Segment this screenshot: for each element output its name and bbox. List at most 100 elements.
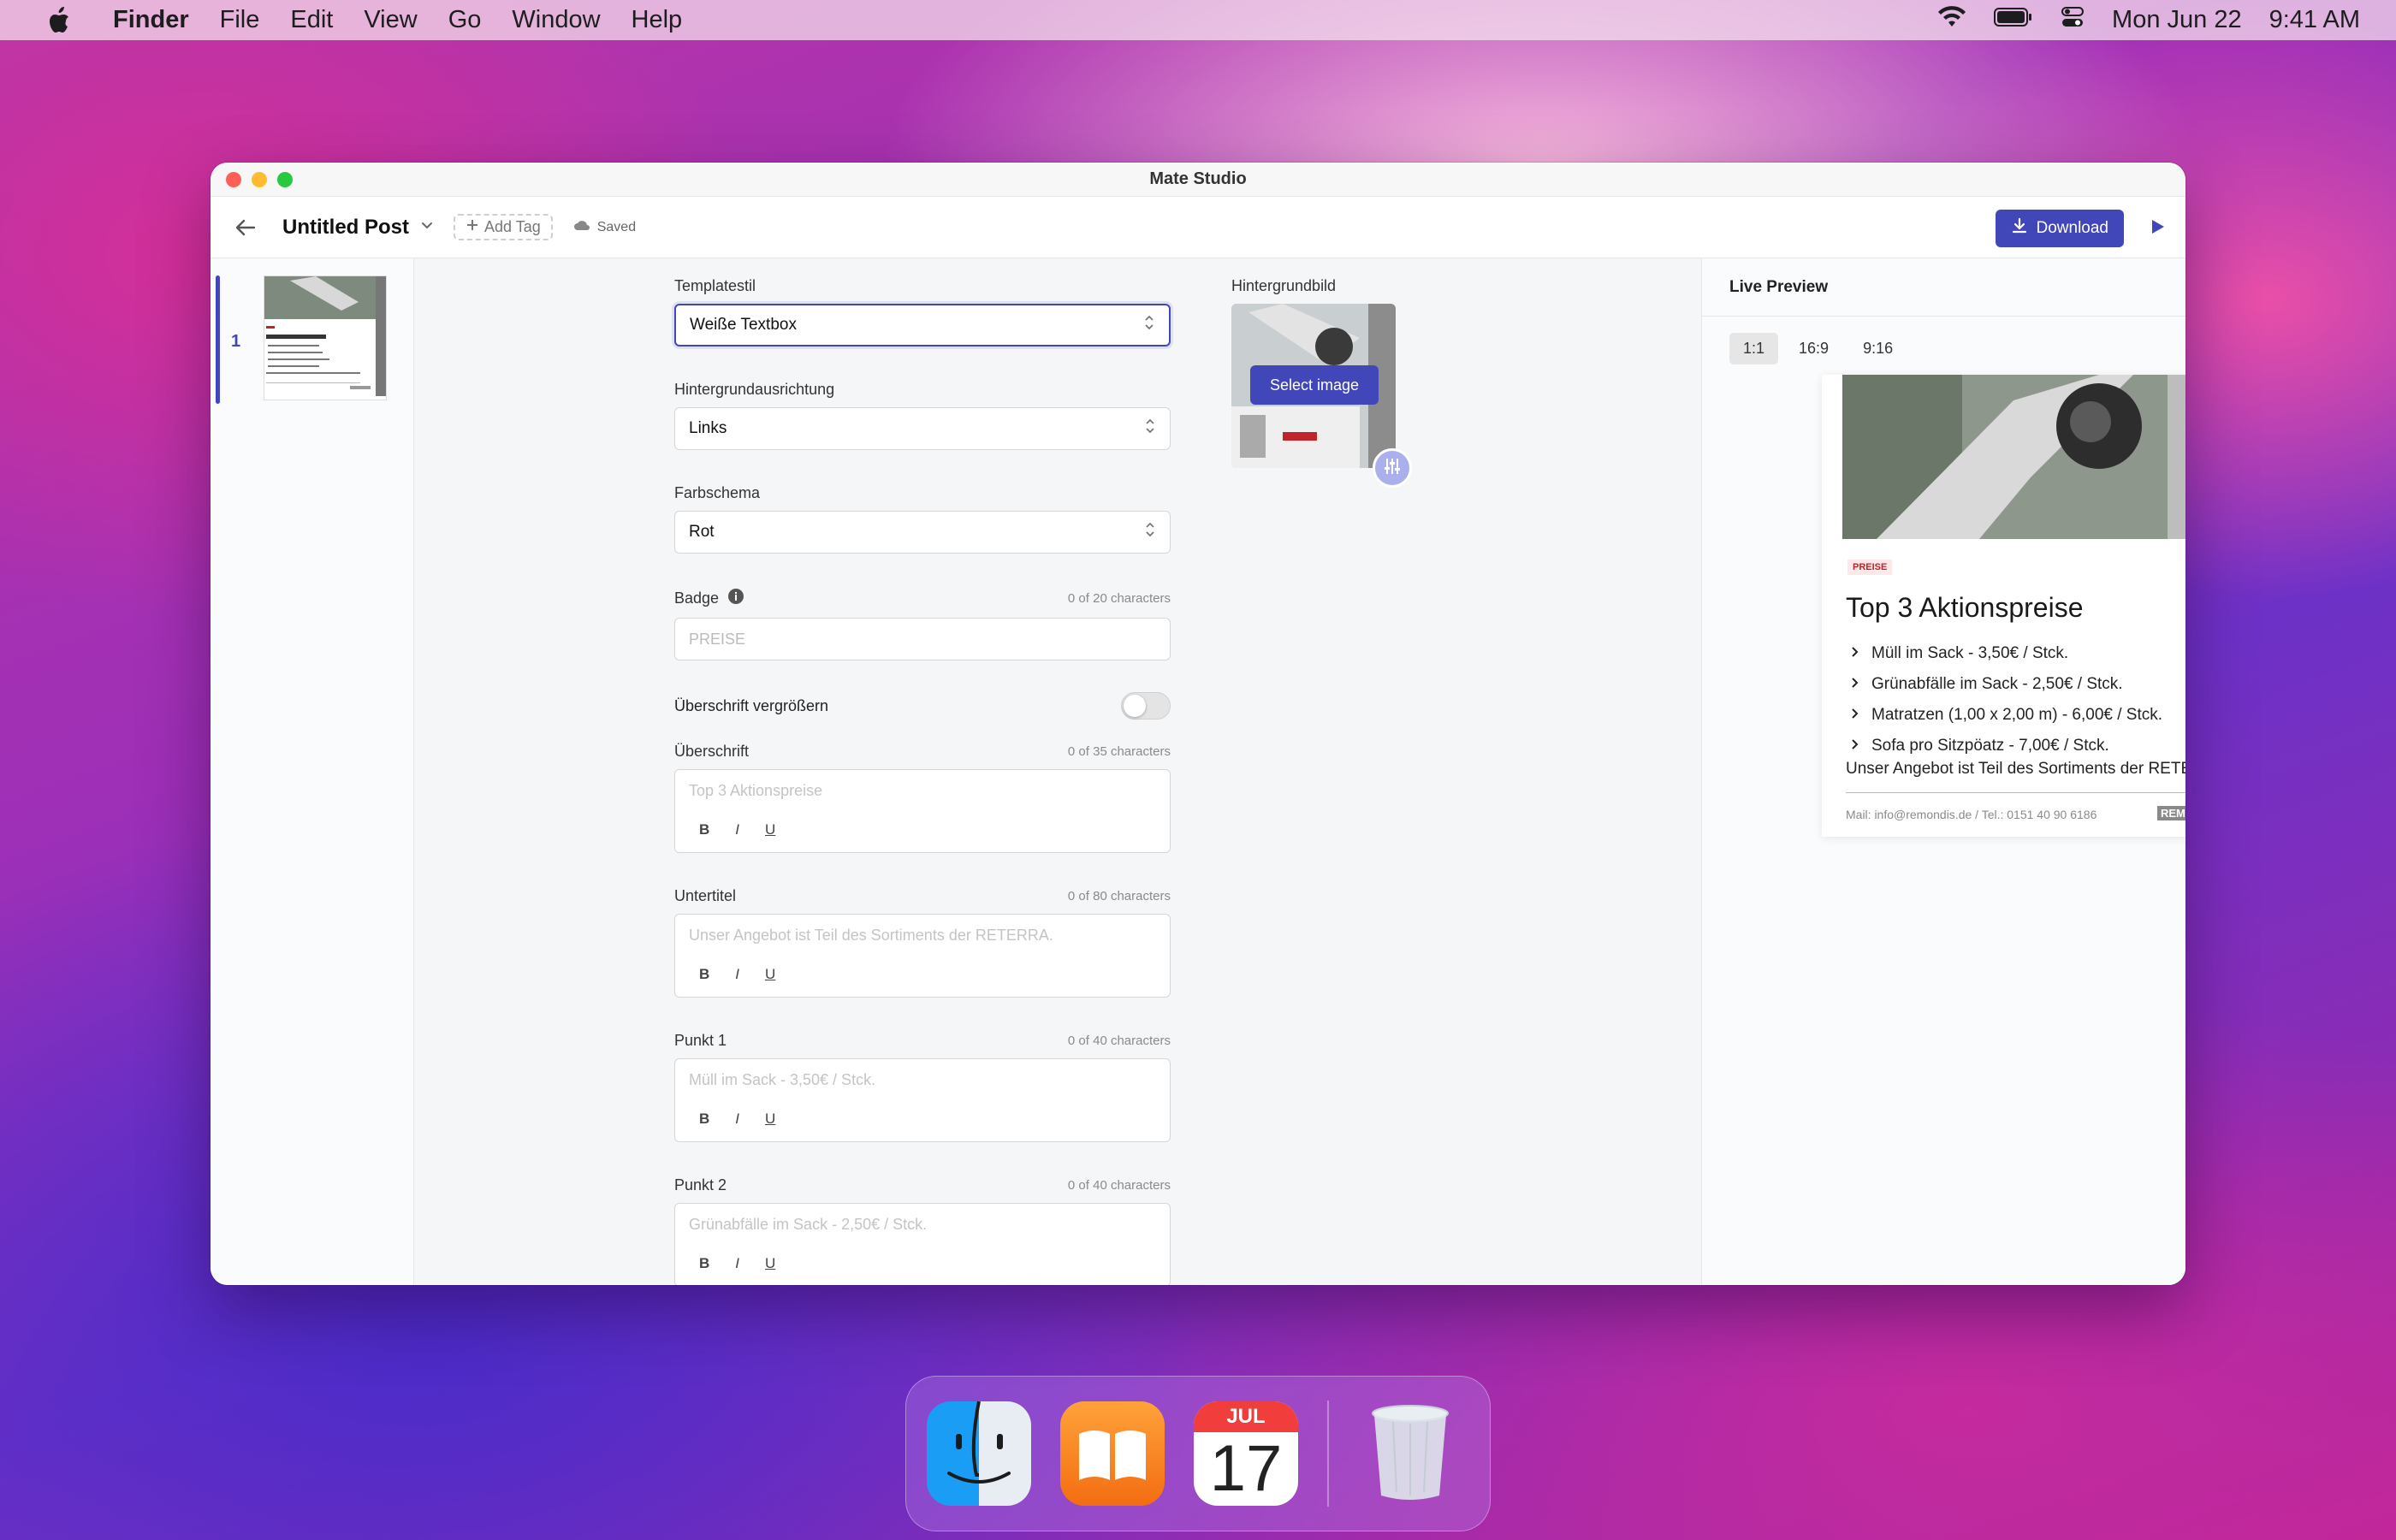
wifi-icon[interactable]: [1937, 5, 1966, 35]
select-image-button[interactable]: Select image: [1250, 365, 1379, 405]
point1-field: Punkt 1 0 of 40 characters Müll im Sack …: [674, 1032, 1171, 1142]
slide-number: 1: [231, 332, 241, 351]
point2-editor[interactable]: Grünabfälle im Sack - 2,50€ / Stck. B I …: [674, 1203, 1171, 1285]
heading-editor[interactable]: Top 3 Aktionspreise B I U: [674, 769, 1171, 853]
live-preview-panel: Live Preview 1:1 16:9 9:16 PREISE Top 3 …: [1702, 258, 2185, 1285]
bold-button[interactable]: B: [699, 1255, 709, 1272]
list-item: Sofa pro Sitzpöatz - 7,00€ / Stck.: [1851, 731, 2162, 761]
subtitle-editor[interactable]: Unser Angebot ist Teil des Sortiments de…: [674, 914, 1171, 998]
point2-placeholder: Grünabfälle im Sack - 2,50€ / Stck.: [689, 1216, 928, 1233]
select-arrows-icon: [1144, 520, 1156, 544]
editor-toolbar: Untitled Post Add Tag Saved Download: [211, 197, 2185, 258]
finder-icon[interactable]: [927, 1401, 1031, 1506]
active-slide-indicator: [216, 275, 220, 404]
preview-subtitle: Unser Angebot ist Teil des Sortiments de…: [1846, 760, 2185, 778]
enlarge-heading-field: Überschrift vergrößern: [674, 691, 1171, 720]
image-adjust-button[interactable]: [1373, 448, 1412, 488]
italic-button[interactable]: I: [735, 966, 739, 983]
list-item: Matratzen (1,00 x 2,00 m) - 6,00€ / Stck…: [1851, 700, 2162, 731]
menu-time[interactable]: 9:41 AM: [2269, 6, 2360, 34]
bg-alignment-value: Links: [689, 419, 727, 437]
chevron-right-icon: [1851, 706, 1859, 725]
list-item: Müll im Sack - 3,50€ / Stck.: [1851, 638, 2162, 669]
select-arrows-icon: [1144, 417, 1156, 441]
color-scheme-select[interactable]: Rot: [674, 511, 1171, 554]
point1-char-count: 0 of 40 characters: [1067, 1034, 1171, 1048]
underline-button[interactable]: U: [765, 821, 775, 838]
menu-app-name[interactable]: Finder: [113, 6, 189, 34]
list-item: Grünabfälle im Sack - 2,50€ / Stck.: [1851, 669, 2162, 700]
menu-view[interactable]: View: [364, 6, 417, 34]
italic-button[interactable]: I: [735, 821, 739, 838]
color-scheme-field: Farbschema Rot: [674, 484, 1171, 554]
dock-separator: [1327, 1401, 1329, 1507]
background-image-thumbnail: Select image: [1231, 304, 1396, 468]
bg-alignment-select[interactable]: Links: [674, 407, 1171, 450]
preview-points-list: Müll im Sack - 3,50€ / Stck. Grünabfälle…: [1851, 638, 2162, 761]
bg-alignment-field: Hintergrundausrichtung Links: [674, 381, 1171, 450]
badge-input[interactable]: PREISE: [674, 618, 1171, 660]
trash-icon[interactable]: [1358, 1401, 1462, 1506]
badge-field: Badge 0 of 20 characters PREISE: [674, 588, 1171, 660]
slide-thumbnail[interactable]: [264, 275, 387, 400]
preview-card: die PREISE Top 3 Aktionspreise Müll im S…: [1822, 375, 2185, 837]
menu-bar: Finder File Edit View Go Window Help Mon…: [0, 0, 2396, 40]
back-arrow-icon[interactable]: [233, 215, 258, 240]
download-icon: [2011, 217, 2028, 240]
calendar-month: JUL: [1194, 1401, 1298, 1432]
color-scheme-value: Rot: [689, 523, 715, 541]
heading-field: Überschrift 0 of 35 characters Top 3 Akt…: [674, 743, 1171, 853]
tab-ratio-1-1[interactable]: 1:1: [1729, 333, 1779, 364]
chevron-down-icon[interactable]: [419, 217, 435, 237]
bg-alignment-label: Hintergrundausrichtung: [674, 381, 835, 398]
underline-button[interactable]: U: [765, 966, 775, 983]
control-center-icon[interactable]: [2061, 5, 2085, 36]
play-icon[interactable]: [2148, 217, 2167, 240]
preview-background-photo: die: [1842, 375, 2185, 539]
info-icon[interactable]: [727, 588, 744, 609]
add-tag-button[interactable]: Add Tag: [454, 214, 553, 240]
settings-form: Templatestil Weiße Textbox Hintergrundau…: [414, 258, 1702, 1285]
apple-icon[interactable]: [46, 6, 72, 35]
minimize-window-button[interactable]: [252, 172, 267, 187]
background-image-field: Hintergrundbild Select image: [1231, 277, 1412, 488]
add-tag-label: Add Tag: [484, 218, 541, 235]
background-image-label: Hintergrundbild: [1231, 277, 1337, 294]
enlarge-heading-toggle[interactable]: [1121, 692, 1171, 720]
color-scheme-label: Farbschema: [674, 484, 761, 501]
menu-help[interactable]: Help: [632, 6, 683, 34]
point1-editor[interactable]: Müll im Sack - 3,50€ / Stck. B I U: [674, 1058, 1171, 1142]
post-title[interactable]: Untitled Post: [282, 216, 409, 240]
menu-go[interactable]: Go: [448, 6, 482, 34]
plus-icon: [466, 218, 479, 236]
calendar-icon[interactable]: JUL 17: [1194, 1401, 1298, 1506]
tab-ratio-9-16[interactable]: 9:16: [1849, 333, 1907, 364]
preview-point-text: Matratzen (1,00 x 2,00 m) - 6,00€ / Stck…: [1871, 706, 2163, 724]
menu-file[interactable]: File: [220, 6, 260, 34]
save-status: Saved: [573, 219, 636, 235]
live-preview-title: Live Preview: [1702, 258, 2185, 317]
template-style-select[interactable]: Weiße Textbox: [674, 304, 1171, 346]
battery-icon[interactable]: [1994, 6, 2033, 34]
preview-point-text: Sofa pro Sitzpöatz - 7,00€ / Stck.: [1871, 737, 2109, 755]
tab-ratio-16-9[interactable]: 16:9: [1785, 333, 1842, 364]
underline-button[interactable]: U: [765, 1255, 775, 1272]
menu-window[interactable]: Window: [512, 6, 600, 34]
italic-button[interactable]: I: [735, 1255, 739, 1272]
menu-edit[interactable]: Edit: [290, 6, 333, 34]
aspect-ratio-tabs: 1:1 16:9 9:16: [1729, 333, 1907, 364]
italic-button[interactable]: I: [735, 1111, 739, 1128]
zoom-window-button[interactable]: [277, 172, 293, 187]
bold-button[interactable]: B: [699, 821, 709, 838]
menu-date[interactable]: Mon Jun 22: [2112, 6, 2242, 34]
bold-button[interactable]: B: [699, 1111, 709, 1128]
point1-placeholder: Müll im Sack - 3,50€ / Stck.: [689, 1071, 876, 1088]
bold-button[interactable]: B: [699, 966, 709, 983]
download-button[interactable]: Download: [1995, 210, 2124, 247]
template-style-label: Templatestil: [674, 277, 756, 294]
underline-button[interactable]: U: [765, 1111, 775, 1128]
heading-label: Überschrift: [674, 743, 750, 760]
preview-point-text: Grünabfälle im Sack - 2,50€ / Stck.: [1871, 675, 2123, 693]
books-icon[interactable]: [1060, 1401, 1165, 1506]
close-window-button[interactable]: [226, 172, 241, 187]
